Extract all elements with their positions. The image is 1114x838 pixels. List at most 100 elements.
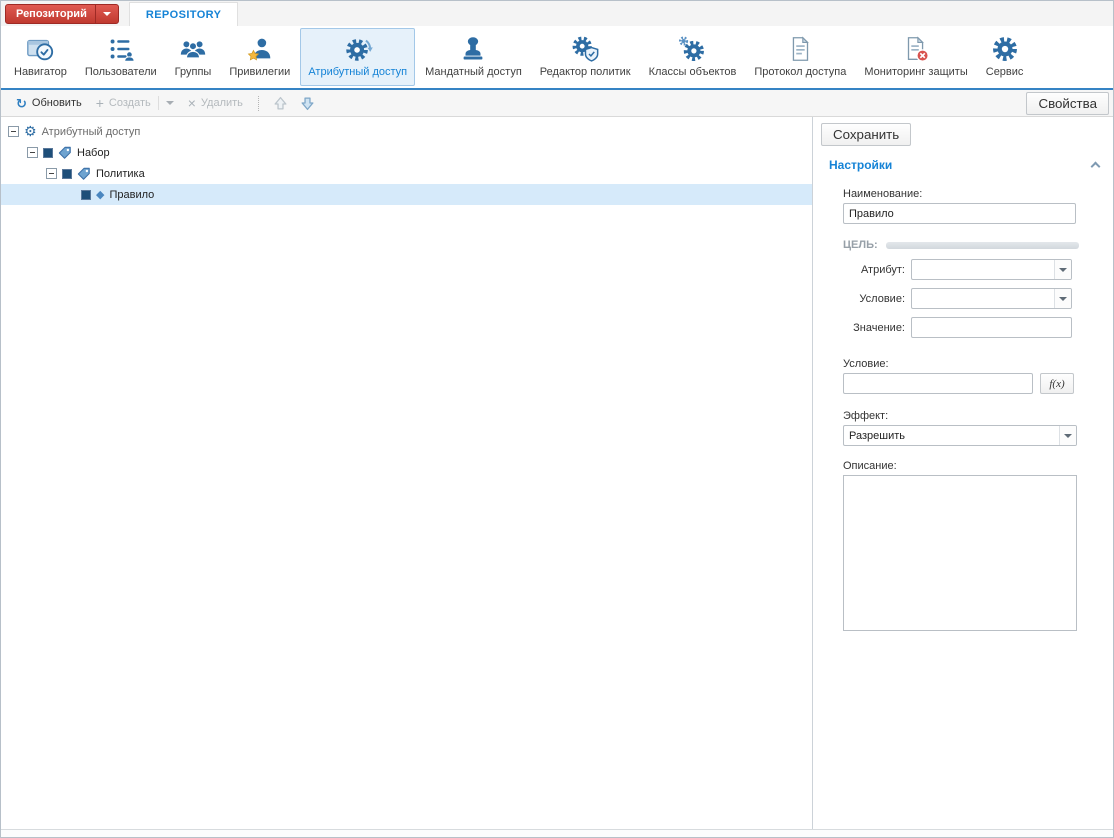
privileges-icon [245,32,275,65]
service-icon [990,32,1020,65]
separator-bar [886,242,1079,249]
settings-fields: Наименование: ЦЕЛЬ: Атрибут: Условие: [813,172,1113,644]
ribbon-item-label: Мандатный доступ [425,66,522,78]
access-tree: ⚙ Атрибутный доступ Набор Поли [1,117,813,829]
save-button[interactable]: Сохранить [821,123,911,146]
arrow-down-icon [300,96,315,111]
name-input[interactable] [843,203,1076,224]
status-bar [1,829,1113,837]
condition-combobox[interactable] [911,288,1072,309]
tree-row-policy[interactable]: Политика [1,163,812,184]
rule-diamond-icon: ◆ [96,189,104,200]
ribbon-item-protection-monitoring[interactable]: Мониторинг защиты [856,28,975,86]
main-area: ⚙ Атрибутный доступ Набор Поли [1,117,1113,829]
chevron-down-icon [1064,434,1072,438]
settings-section-title: Настройки [829,158,892,172]
move-up-button[interactable] [267,94,294,113]
button-divider [158,96,159,110]
repository-menu-caret[interactable] [96,12,118,16]
ribbon: Навигатор Пользователи [1,26,1113,90]
ribbon-item-mandatory-access[interactable]: Мандатный доступ [417,28,530,86]
tree-row-set[interactable]: Набор [1,142,812,163]
object-classes-icon [677,32,707,65]
formula-editor-button[interactable]: f(x) [1040,373,1074,394]
tree-node-label: Правило [109,189,154,201]
chevron-down-icon [103,12,111,16]
value-input[interactable] [911,317,1072,338]
effect-combo-trigger[interactable] [1059,426,1076,445]
repository-menu-button[interactable]: Репозиторий [5,4,119,24]
create-button[interactable]: + Создать [89,93,181,113]
ribbon-item-label: Навигатор [14,66,67,78]
refresh-button[interactable]: ↻ Обновить [9,94,89,113]
chevron-down-icon [166,101,174,105]
attribute-access-node-icon: ⚙ [24,125,37,139]
protection-monitoring-icon [901,32,931,65]
groups-icon [178,32,208,65]
tree-node-label: Атрибутный доступ [42,126,141,138]
create-label: Создать [109,97,151,109]
attribute-combobox[interactable] [911,259,1072,280]
condition2-field-row: f(x) [843,373,1079,394]
name-field-label: Наименование: [843,188,1079,200]
tag-icon [77,167,91,181]
toolbar-separator [258,96,259,111]
attribute-field-row: Атрибут: [843,259,1079,280]
ribbon-item-policy-editor[interactable]: Редактор политик [532,28,639,86]
tree-checkbox[interactable] [81,190,91,200]
access-protocol-icon [785,32,815,65]
ribbon-item-label: Пользователи [85,66,157,78]
tree-row-root[interactable]: ⚙ Атрибутный доступ [1,121,812,142]
ribbon-item-label: Группы [175,66,212,78]
effect-combo-input[interactable] [844,430,1059,442]
collapse-icon[interactable] [27,147,38,158]
delete-icon: × [188,97,196,110]
attribute-field-label: Атрибут: [843,264,905,276]
attribute-access-icon [343,32,373,65]
ribbon-item-attribute-access[interactable]: Атрибутный доступ [300,28,415,86]
ribbon-item-groups[interactable]: Группы [167,28,220,86]
ribbon-item-label: Редактор политик [540,66,631,78]
value-field-row: Значение: [843,317,1079,338]
ribbon-item-label: Сервис [986,66,1024,78]
attribute-combo-trigger[interactable] [1054,260,1071,279]
condition-field-label: Условие: [843,293,905,305]
top-tab-strip: Репозиторий REPOSITORY [1,1,1113,26]
chevron-up-icon[interactable] [1091,162,1101,172]
move-down-button[interactable] [294,94,321,113]
settings-section-header[interactable]: Настройки [813,146,1113,172]
policy-editor-icon [570,32,600,65]
refresh-icon: ↻ [16,97,27,110]
ribbon-item-label: Мониторинг защиты [864,66,967,78]
app-window: Репозиторий REPOSITORY Навигатор [0,0,1114,838]
ribbon-item-navigator[interactable]: Навигатор [6,28,75,86]
effect-combobox[interactable] [843,425,1077,446]
tree-checkbox[interactable] [43,148,53,158]
ribbon-item-privileges[interactable]: Привилегии [221,28,298,86]
delete-button[interactable]: × Удалить [181,94,250,113]
properties-panel: Сохранить Настройки Наименование: ЦЕЛЬ: … [813,117,1113,829]
condition2-input[interactable] [843,373,1033,394]
collapse-icon[interactable] [46,168,57,179]
tab-repository[interactable]: REPOSITORY [129,2,239,26]
tree-row-rule[interactable]: ◆ Правило [1,184,812,205]
ribbon-item-users[interactable]: Пользователи [77,28,165,86]
tree-node-label: Политика [96,168,145,180]
users-icon [106,32,136,65]
condition-field-row: Условие: [843,288,1079,309]
condition-combo-input[interactable] [912,293,1054,305]
ribbon-item-service[interactable]: Сервис [978,28,1032,86]
mandatory-access-icon [458,32,488,65]
ribbon-item-label: Протокол доступа [754,66,846,78]
ribbon-item-access-protocol[interactable]: Протокол доступа [746,28,854,86]
collapse-icon[interactable] [8,126,19,137]
properties-button[interactable]: Свойства [1026,92,1109,115]
ribbon-item-label: Атрибутный доступ [308,66,407,78]
ribbon-item-object-classes[interactable]: Классы объектов [641,28,745,86]
description-textarea[interactable] [843,475,1077,631]
tree-node-label: Набор [77,147,110,159]
condition-combo-trigger[interactable] [1054,289,1071,308]
tree-checkbox[interactable] [62,169,72,179]
attribute-combo-input[interactable] [912,264,1054,276]
effect-field-label: Эффект: [843,410,1079,422]
